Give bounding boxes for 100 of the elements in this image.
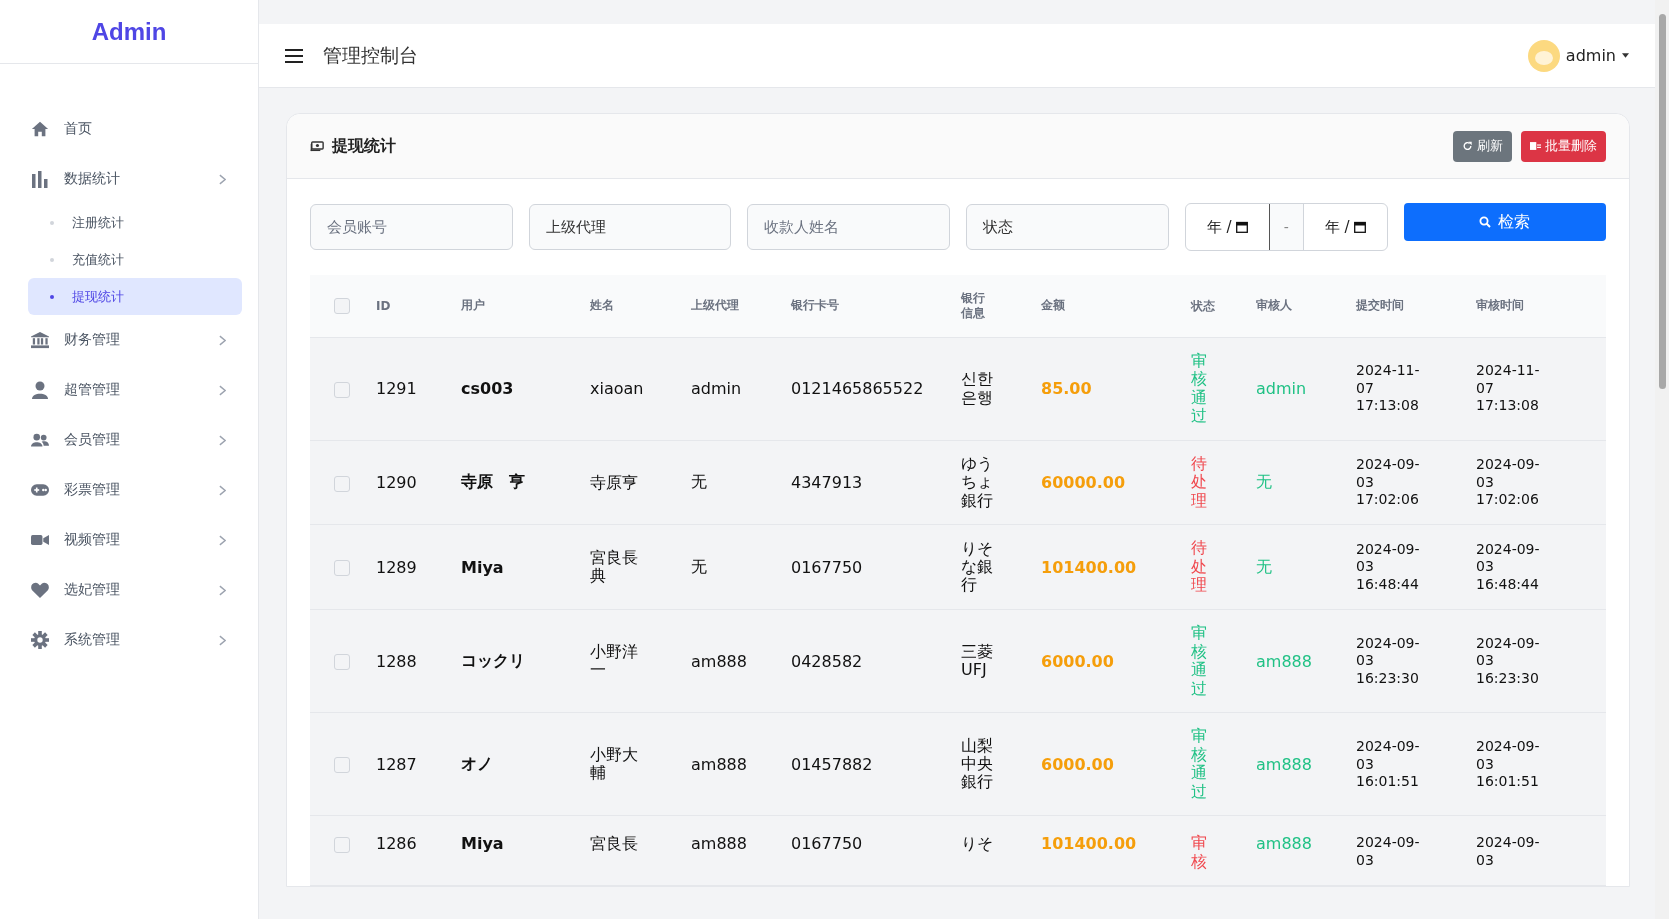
table-cell: admin (691, 379, 742, 399)
table-cell-text: 2024-09-03 16:23:30 (1356, 634, 1421, 688)
sidebar-item[interactable]: 财务管理 (28, 315, 242, 365)
bullet-icon (50, 220, 54, 225)
sidebar-item[interactable]: 超管管理 (28, 365, 242, 415)
users-icon (31, 431, 49, 449)
status-text: 待处理 (1191, 539, 1207, 595)
table-cell: 无 (691, 556, 707, 576)
checkbox[interactable] (334, 654, 350, 671)
table-cell: am888 (691, 754, 747, 774)
filter-field[interactable]: 会员账号 (310, 204, 513, 250)
sidebar-subitem[interactable]: 充值统计 (28, 241, 242, 278)
bank-icon (31, 331, 49, 349)
brand-logo[interactable]: Admin (91, 17, 167, 46)
status-text: 待处理 (1191, 454, 1207, 511)
status-text: 审核通过 (1191, 351, 1207, 426)
table-cell: 0167750 (791, 834, 863, 854)
table-cell: 0121465865522 (791, 379, 924, 399)
checkbox[interactable] (334, 381, 350, 398)
sidebar-item[interactable]: 选妃管理 (28, 565, 242, 615)
table-cell: 6000.00 (1041, 651, 1114, 671)
filter-select[interactable]: 状态 (966, 204, 1169, 250)
table-cell: 宮良長 (590, 835, 638, 854)
table-cell-text: 小野洋一 (590, 642, 639, 680)
bar-chart-icon (31, 170, 49, 188)
sidebar-item[interactable]: 彩票管理 (28, 465, 242, 515)
table-cell: xiaoan (590, 379, 642, 399)
scrollbar-thumb[interactable] (1659, 14, 1666, 389)
menu-icon[interactable] (285, 48, 303, 63)
table-cell-text: 2024-09-03 (1356, 834, 1421, 870)
table-cell: am888 (1256, 834, 1312, 854)
table-cell-text: 2024-09-03 17:02:06 (1476, 456, 1541, 509)
column-header: 上级代理 (691, 298, 739, 313)
table-cell-text: 신한은행 (961, 370, 994, 407)
table-cell: am888 (691, 834, 747, 854)
table-cell: 寺原亨 (590, 473, 638, 493)
column-header: 银行卡号 (791, 298, 839, 313)
table-cell-text: 小野大輔 (590, 745, 639, 783)
checkbox[interactable] (334, 757, 350, 774)
checkbox[interactable] (334, 836, 350, 853)
eraser-icon (1530, 141, 1541, 151)
table-cell-text: 2024-11-07 17:13:08 (1356, 362, 1421, 415)
table-cell: admin (1256, 379, 1307, 399)
checkbox[interactable] (334, 475, 350, 492)
table-cell: 1291 (376, 379, 417, 399)
table-cell: 0428582 (791, 651, 863, 671)
table-cell: オノ (461, 753, 493, 773)
bulk-delete-button[interactable]: 批量删除 (1521, 130, 1606, 162)
table-cell-text: 2024-09-03 16:01:51 (1356, 738, 1421, 791)
table-cell-text: 2024-09-03 16:23:30 (1476, 634, 1541, 688)
filter-field[interactable]: 收款人姓名 (747, 204, 951, 250)
column-header: 审核人 (1256, 298, 1292, 313)
table-cell-text: ゆうちょ銀行 (961, 454, 994, 511)
scrollbar[interactable] (1655, 0, 1669, 919)
table-cell-text: 宮良長典 (590, 548, 639, 586)
checkbox[interactable] (334, 560, 350, 577)
refresh-button[interactable]: 刷新 (1453, 130, 1512, 162)
status-text: 审核 (1191, 834, 1207, 872)
table-cell-text: 2024-09-03 16:48:44 (1476, 540, 1541, 594)
table-cell: 101400.00 (1041, 557, 1137, 577)
sidebar-item[interactable]: 系统管理 (28, 615, 242, 665)
sidebar-item[interactable]: 视频管理 (28, 515, 242, 565)
column-header: 姓名 (590, 298, 614, 313)
page-title: 管理控制台 (323, 42, 419, 68)
table-cell-text: 2024-09-03 16:48:44 (1356, 540, 1421, 594)
table-cell: 85.00 (1041, 379, 1092, 399)
table-cell: am888 (1256, 754, 1312, 774)
table-cell-text: 2024-09-03 16:01:51 (1476, 738, 1541, 791)
refresh-icon (1462, 141, 1473, 151)
user-menu[interactable]: admin (1527, 39, 1629, 72)
table-cell: 无 (1256, 472, 1272, 491)
table-cell: 60000.00 (1041, 473, 1125, 492)
bullet-icon (50, 294, 54, 299)
table-cell-text: 山梨中央銀行 (961, 736, 994, 792)
column-header: 状态 (1191, 298, 1216, 313)
search-button[interactable]: 检索 (1403, 203, 1606, 241)
table-cell-text: 2024-09-03 17:02:06 (1356, 456, 1421, 509)
sidebar-item[interactable]: 首页 (28, 104, 242, 154)
gamepad-icon (31, 481, 49, 499)
bullet-icon (50, 257, 54, 262)
status-text: 审核通过 (1191, 727, 1207, 802)
sidebar-subitem[interactable]: 提现统计 (28, 278, 242, 315)
sidebar-item[interactable]: 数据统计 (28, 154, 242, 204)
column-header: 金额 (1041, 298, 1065, 313)
table-cell: 寺原 亨 (461, 472, 525, 491)
table-cell-text: りそな銀行 (961, 539, 994, 595)
filter-select[interactable]: 上级代理 (529, 204, 732, 250)
table-cell: 1289 (376, 557, 417, 577)
sidebar-item[interactable]: 会员管理 (28, 415, 242, 465)
heart-icon (31, 581, 49, 599)
table-cell: 1287 (376, 754, 417, 774)
sidebar-subitem[interactable]: 注册统计 (28, 204, 242, 241)
table-cell: am888 (691, 651, 747, 671)
user-icon (31, 381, 49, 399)
column-header: 用户 (461, 298, 485, 313)
avatar-icon (1527, 39, 1560, 72)
table-cell: cs003 (461, 379, 514, 399)
column-header: 审核时间 (1476, 298, 1524, 313)
table-cell: 1290 (376, 473, 417, 492)
checkbox[interactable] (334, 297, 350, 314)
